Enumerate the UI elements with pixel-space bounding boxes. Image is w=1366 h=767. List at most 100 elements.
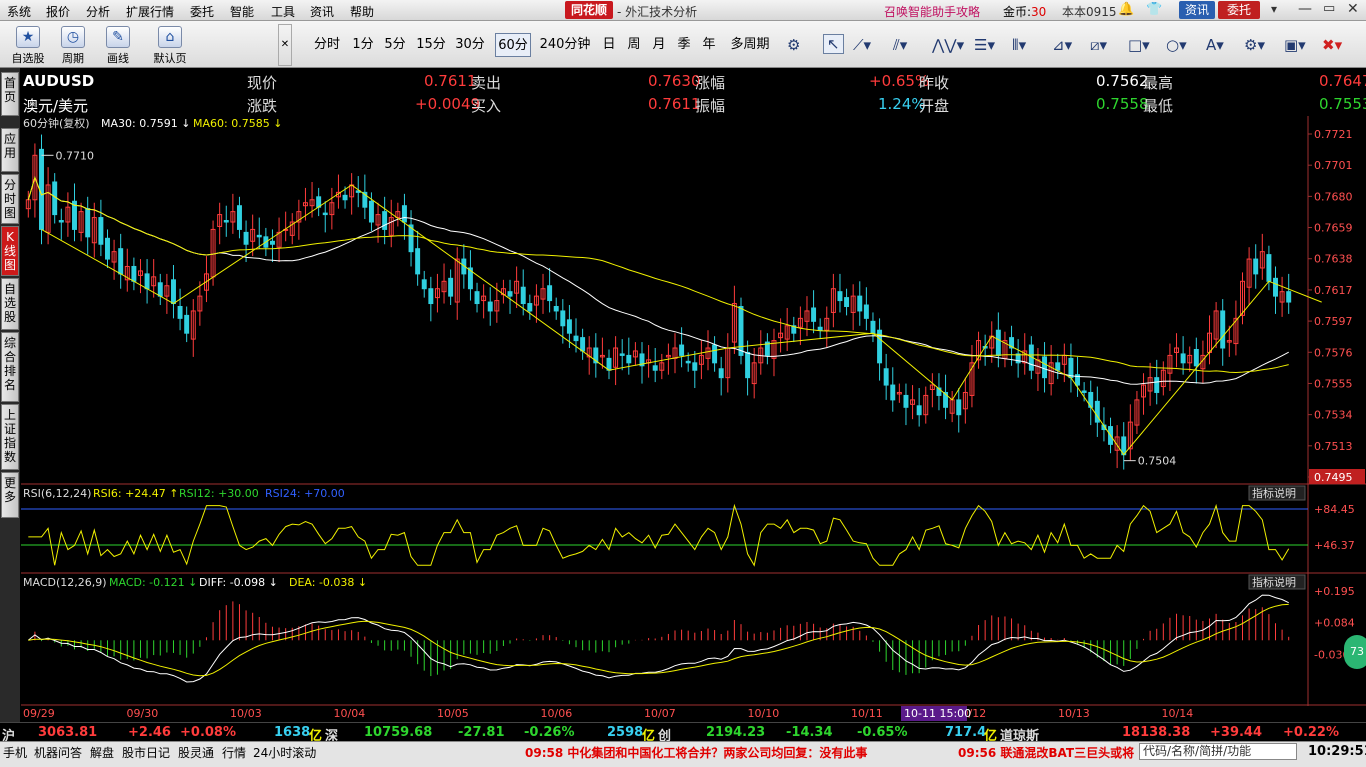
period-label: 周期 (62, 52, 84, 65)
assistant-link[interactable]: 召唤智能助手攻略 (884, 3, 980, 20)
period-15m[interactable]: 15分 (415, 33, 447, 57)
search-input[interactable]: 代码/名称/简拼/功能 (1139, 743, 1297, 760)
menu-news[interactable]: 资讯 (310, 3, 334, 20)
period-year[interactable]: 年 (700, 33, 718, 57)
settings-gear-icon[interactable]: ⚙ (787, 36, 800, 54)
collapse-toolbar-button[interactable]: ✕ (278, 24, 292, 66)
ellipse-tool-icon[interactable]: ○▾ (1166, 36, 1187, 54)
minimize-icon[interactable]: — (1298, 1, 1312, 17)
menu-analysis[interactable]: 分析 (86, 3, 110, 20)
period-1m[interactable]: 1分 (350, 33, 376, 57)
amp-label: 振幅 (695, 97, 726, 115)
wave-tool-icon[interactable]: ⋀⋁▾ (932, 36, 964, 54)
period-day[interactable]: 日 (600, 33, 618, 57)
btn-diary[interactable]: 股市日记 (122, 744, 170, 761)
candle-body (428, 288, 434, 305)
candle-body (553, 306, 559, 312)
gann-tool-icon[interactable]: ⦀▾ (1012, 36, 1026, 54)
btn-mobile[interactable]: 手机 (3, 744, 27, 761)
side-tab-apps[interactable]: 应用 (1, 128, 19, 172)
skin-icon[interactable]: ▾ (1271, 2, 1277, 16)
sell-value: 0.7630 (648, 72, 701, 90)
candle-body (1286, 291, 1292, 303)
candle-body (863, 304, 869, 319)
price-tick-label-7: 0.7576 (1314, 346, 1353, 359)
bell-icon[interactable]: 🔔 (1118, 2, 1134, 17)
candle-body (883, 368, 889, 386)
side-tab-ranking[interactable]: 综合排名 (1, 332, 19, 402)
maximize-icon[interactable]: ▭ (1323, 1, 1335, 16)
fan-tool-icon[interactable]: ⊿▾ (1052, 36, 1072, 54)
text-tool-icon[interactable]: A▾ (1206, 36, 1224, 54)
channel-tool-icon[interactable]: ⧄▾ (1090, 36, 1107, 54)
sell-label: 卖出 (471, 74, 502, 92)
news-button[interactable]: 资讯 (1179, 1, 1215, 19)
macd-help-button: 指标说明 (1252, 575, 1296, 589)
shirt-icon[interactable]: 👕 (1146, 2, 1162, 17)
period-240m[interactable]: 240分钟 (538, 33, 592, 57)
delete-lines-icon[interactable]: ✖▾ (1322, 36, 1342, 54)
period-multi[interactable]: 多周期 (727, 33, 773, 57)
side-tab-shanghai[interactable]: 上证指数 (1, 404, 19, 470)
period-tool[interactable]: ◷ 周期 (53, 24, 93, 66)
candle-body (448, 277, 454, 297)
candle-body (857, 295, 863, 312)
menu-quote[interactable]: 报价 (46, 3, 70, 20)
menu-system[interactable]: 系统 (7, 3, 31, 20)
menu-trade[interactable]: 委托 (190, 3, 214, 20)
coins-value: 30 (1031, 5, 1047, 19)
toolbar: ★ 自选股 ◷ 周期 ✎ 画线 ⌂ 默认页 ✕ 分时 1分 5分 15分 30分 60分… (0, 21, 1366, 68)
rsi-legend-2: RSI24: +70.00 (265, 487, 345, 500)
x-tick-label-2: 10/03 (230, 707, 262, 720)
period-month[interactable]: 月 (650, 33, 668, 57)
menu-help[interactable]: 帮助 (350, 3, 374, 20)
close-icon[interactable]: ✕ (1347, 1, 1359, 17)
annotation-1: 0.7504 (1138, 455, 1177, 468)
side-tab-more[interactable]: 更多 (1, 472, 19, 518)
side-tab-intraday[interactable]: 分时图 (1, 174, 19, 224)
candle-body (1180, 353, 1186, 364)
chart-area[interactable]: 60分钟(复权) MA30: 0.7591 ↓ MA60: 0.7585 ↓ 0.77… (21, 116, 1366, 722)
line-tool-icon[interactable]: ⟋▾ (853, 36, 871, 54)
side-tab-watchlist[interactable]: 自选股 (1, 278, 19, 330)
menu-tools[interactable]: 工具 (271, 3, 295, 20)
trade-button[interactable]: 委托 (1218, 1, 1260, 19)
candle-body (177, 306, 183, 319)
btn-market[interactable]: 行情 (222, 744, 246, 761)
draw-tool[interactable]: ✎ 画线 (98, 24, 138, 66)
period-fenshi[interactable]: 分时 (310, 33, 344, 57)
parallel-tool-icon[interactable]: ⫽▾ (893, 36, 907, 54)
watchlist-tool[interactable]: ★ 自选股 (8, 24, 48, 66)
rect-tool-icon[interactable]: □▾ (1128, 36, 1150, 54)
candle-body (1253, 258, 1259, 275)
brand-logo: 同花顺 (565, 1, 613, 19)
menu-ext-market[interactable]: 扩展行情 (126, 3, 174, 20)
period-quarter[interactable]: 季 (675, 33, 693, 57)
menu-smart[interactable]: 智能 (230, 3, 254, 20)
period-5m[interactable]: 5分 (382, 33, 408, 57)
coins[interactable]: 金币:30 (1003, 3, 1046, 20)
price-tick-label-9: 0.7534 (1314, 409, 1353, 422)
price-tick-label-8: 0.7555 (1314, 377, 1353, 390)
save-lines-icon[interactable]: ▣▾ (1284, 36, 1306, 54)
news-ticker-1[interactable]: 09:58 中化集团和中国化工将合并？两家公司均回复：没有此事 (525, 744, 867, 761)
period-30m[interactable]: 30分 (454, 33, 486, 57)
cursor-icon[interactable]: ↖ (823, 34, 844, 54)
draw-settings-icon[interactable]: ⚙▾ (1244, 36, 1265, 54)
btn-24h[interactable]: 24小时滚动 (253, 744, 316, 761)
period-week[interactable]: 周 (625, 33, 643, 57)
default-page-label: 默认页 (153, 52, 187, 65)
bottom-bar: 手机 机器问答 解盘 股市日记 股灵通 行情 24小时滚动 09:58 中化集团… (0, 741, 1366, 767)
side-tab-kline[interactable]: K线图 (1, 226, 19, 276)
btn-robot-qa[interactable]: 机器问答 (34, 744, 82, 761)
chart-svg[interactable]: 60分钟(复权) MA30: 0.7591 ↓ MA60: 0.7585 ↓ 0.77… (21, 116, 1366, 722)
side-tab-home[interactable]: 首页 (1, 72, 19, 116)
btn-analysis[interactable]: 解盘 (90, 744, 114, 761)
candle-body (1068, 357, 1074, 379)
default-page-tool[interactable]: ⌂ 默认页 (150, 24, 190, 66)
fib-tool-icon[interactable]: ☰▾ (974, 36, 995, 54)
period-60m[interactable]: 60分 (495, 33, 531, 57)
btn-stock-spirit[interactable]: 股灵通 (178, 744, 214, 761)
float-badge[interactable]: 73 (1344, 635, 1366, 669)
news-ticker-2[interactable]: 09:56 联通混改BAT三巨头或将 (958, 744, 1134, 761)
